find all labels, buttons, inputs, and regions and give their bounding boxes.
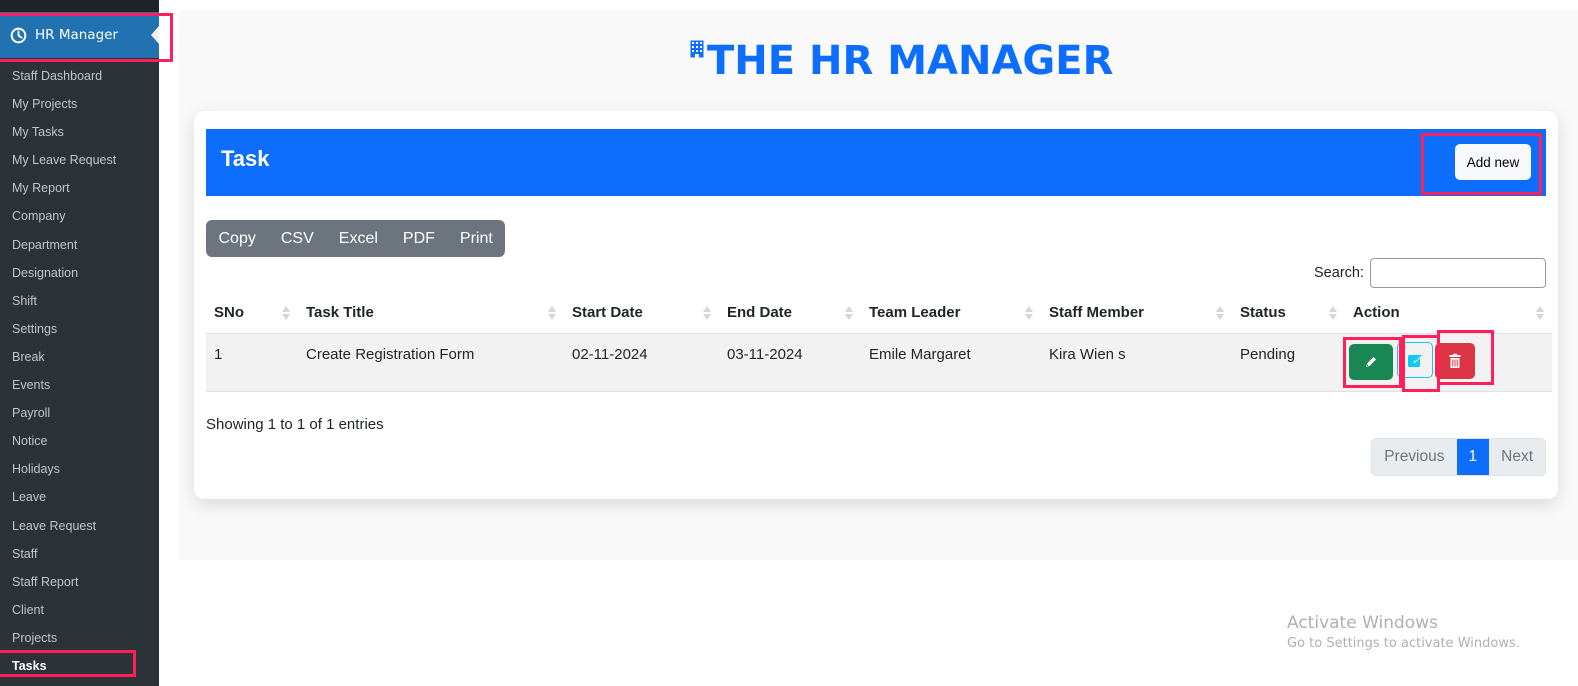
pencil-icon [1366,356,1376,367]
column-header-team-leader[interactable]: Team Leader [861,293,1041,334]
sort-icon [548,306,556,320]
cell-staff-member: Kira Wien s [1041,333,1232,392]
excel-button[interactable]: Excel [326,220,390,257]
sidebar-item-designation[interactable]: Designation [0,259,159,287]
sidebar-submenu: Staff Dashboard My Projects My Tasks My … [0,58,159,680]
column-header-sno[interactable]: SNo [206,293,298,334]
print-button[interactable]: Print [447,220,505,257]
column-header-action[interactable]: Action [1345,293,1552,334]
sort-icon [845,306,853,320]
table-header-row: SNo Task Title Start Date End Date Team … [206,293,1552,334]
watermark-subtitle: Go to Settings to activate Windows. [1287,636,1520,651]
cell-end-date: 03-11-2024 [719,333,861,392]
pagination: Previous 1 Next [1371,438,1546,476]
sidebar-item-my-tasks[interactable]: My Tasks [0,118,159,146]
sidebar-item-staff-report[interactable]: Staff Report [0,568,159,596]
table-info: Showing 1 to 1 of 1 entries [206,416,384,433]
task-table: SNo Task Title Start Date End Date Team … [206,293,1552,392]
cell-start-date: 02-11-2024 [564,333,719,392]
cell-task-title: Create Registration Form [298,333,564,392]
sidebar-item-department[interactable]: Department [0,231,159,259]
sidebar-item-settings[interactable]: Settings [0,315,159,343]
clock-icon [10,27,27,43]
edit-button[interactable] [1349,343,1393,380]
watermark-title: Activate Windows [1287,613,1438,633]
search-field: Search: [1314,258,1546,288]
column-header-staff-member[interactable]: Staff Member [1041,293,1232,334]
sidebar-item-staff-dashboard[interactable]: Staff Dashboard [0,62,159,90]
cell-sno: 1 [206,333,298,392]
sort-icon [1329,306,1337,320]
search-input[interactable] [1370,258,1546,288]
current-menu-arrow [151,26,159,44]
sort-icon [282,306,290,320]
next-page-button[interactable]: Next [1489,439,1545,475]
pen-to-square-icon [1408,353,1423,367]
csv-button[interactable]: CSV [268,220,326,257]
sidebar-item-leave[interactable]: Leave [0,483,159,511]
sidebar-item-my-projects[interactable]: My Projects [0,90,159,118]
cell-actions [1345,333,1552,392]
sidebar-item-break[interactable]: Break [0,343,159,371]
page-title-text: THE HR MANAGER [707,38,1114,84]
copy-button[interactable]: Copy [206,220,268,257]
sidebar-item-events[interactable]: Events [0,371,159,399]
sort-icon [1536,306,1544,320]
admin-bar-strip [0,0,159,12]
sort-icon [703,306,711,320]
sidebar-item-payroll[interactable]: Payroll [0,399,159,427]
sidebar-item-my-leave-request[interactable]: My Leave Request [0,146,159,174]
sidebar-item-notice[interactable]: Notice [0,427,159,455]
edit-details-button[interactable] [1397,341,1433,378]
sidebar-item-company[interactable]: Company [0,202,159,230]
building-icon [690,40,704,58]
delete-button[interactable] [1435,342,1475,379]
table-row: 1 Create Registration Form 02-11-2024 03… [206,333,1552,392]
sidebar-item-shift[interactable]: Shift [0,287,159,315]
column-header-start-date[interactable]: Start Date [564,293,719,334]
export-button-group: Copy CSV Excel PDF Print [206,220,506,257]
task-card: Task Add new Copy CSV Excel PDF Print Se… [194,111,1558,499]
sidebar-item-client[interactable]: Client [0,596,159,624]
trash-icon [1449,353,1461,368]
sidebar-item-projects[interactable]: Projects [0,624,159,652]
sidebar-item-holidays[interactable]: Holidays [0,455,159,483]
card-title: Task [221,146,270,171]
sidebar-item-tasks[interactable]: Tasks [0,652,159,680]
sidebar-item-leave-request[interactable]: Leave Request [0,512,159,540]
sidebar-menu-label: HR Manager [35,27,118,43]
column-header-end-date[interactable]: End Date [719,293,861,334]
sidebar-menu-hr-manager[interactable]: HR Manager [0,12,159,58]
add-new-button[interactable]: Add new [1455,144,1531,180]
sidebar-item-my-report[interactable]: My Report [0,174,159,202]
pdf-button[interactable]: PDF [390,220,447,257]
activate-windows-watermark: Activate Windows Go to Settings to activ… [1287,613,1520,651]
column-header-task-title[interactable]: Task Title [298,293,564,334]
cell-team-leader: Emile Margaret [861,333,1041,392]
sort-icon [1216,306,1224,320]
search-label: Search: [1314,265,1364,281]
sidebar-item-staff[interactable]: Staff [0,540,159,568]
card-header: Task Add new [206,129,1546,196]
page-title: THE HR MANAGER [690,38,1113,84]
cell-status: Pending [1232,333,1345,392]
sort-icon [1025,306,1033,320]
sidebar: HR Manager Staff Dashboard My Projects M… [0,0,159,686]
page-1-button[interactable]: 1 [1456,439,1490,475]
column-header-status[interactable]: Status [1232,293,1345,334]
previous-page-button[interactable]: Previous [1372,439,1457,475]
